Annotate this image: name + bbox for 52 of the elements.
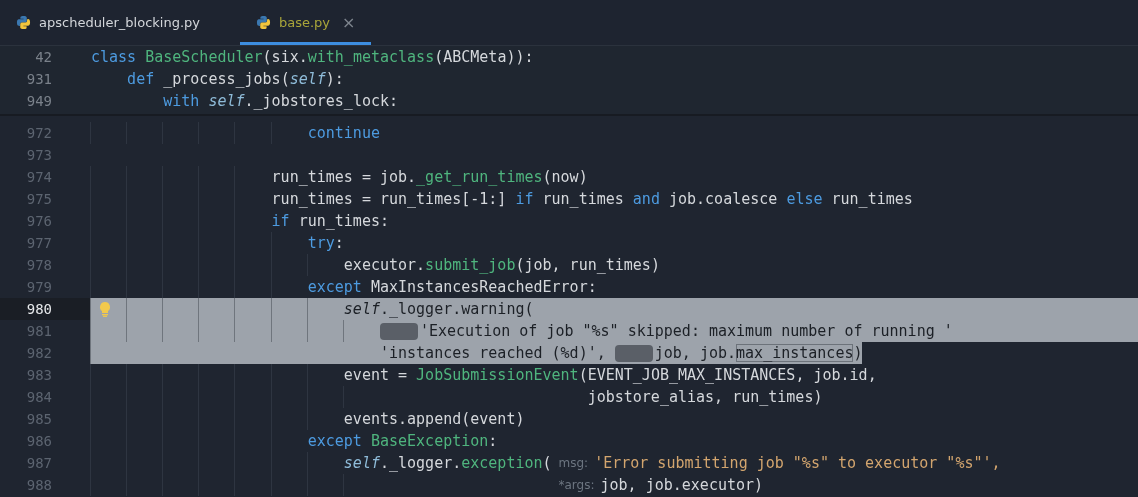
code-text: with self._jobstores_lock: <box>163 91 399 112</box>
line-number: 976 <box>25 212 53 231</box>
file-type-icon <box>256 15 271 30</box>
line-number: 974 <box>25 168 53 187</box>
line-number: 981 <box>25 322 53 341</box>
code-text: except BaseException: <box>307 431 498 452</box>
line-number: 978 <box>25 256 53 275</box>
code-text: job, job.executor) <box>600 475 764 496</box>
line-number: 972 <box>25 124 53 143</box>
code-text: if run_times: <box>271 211 389 232</box>
code-text: executor.submit_job(job, run_times) <box>343 255 660 276</box>
editor-tab[interactable]: apscheduler_blocking.py <box>0 0 216 45</box>
redacted-hint-block <box>614 344 653 362</box>
lightbulb-icon[interactable] <box>98 301 112 317</box>
code-text: events.append(event) <box>343 409 525 430</box>
code-text: class BaseScheduler(six.with_metaclass(ABCMeta)): <box>91 47 534 68</box>
line-number: 42 <box>34 48 53 67</box>
redacted-hint-block <box>379 322 418 340</box>
code-text: 'instances reached (%d)', <box>379 343 607 364</box>
line-number: 986 <box>25 432 53 451</box>
line-number: 985 <box>25 410 53 429</box>
code-text: jobstore_alias, run_times) <box>587 387 823 408</box>
line-number: 977 <box>25 234 53 253</box>
code-text: except MaxInstancesReachedError: <box>307 277 597 298</box>
code-text: job, job.max_instances) <box>654 343 863 364</box>
line-number: 987 <box>25 454 53 473</box>
close-button[interactable]: × <box>342 13 356 32</box>
line-number: 980 <box>0 298 90 320</box>
tab-label: apscheduler_blocking.py <box>39 15 200 30</box>
line-number: 949 <box>25 92 53 111</box>
inlay-hint: *args: <box>558 477 595 494</box>
line-number: 973 <box>25 146 53 165</box>
line-number: 979 <box>25 278 53 297</box>
line-number: 988 <box>25 476 53 495</box>
line-number: 931 <box>25 70 53 89</box>
code-text: def _process_jobs(self): <box>127 69 344 90</box>
code-text: event = JobSubmissionEvent(EVENT_JOB_MAX_INSTANCES, job.id, <box>343 365 877 386</box>
line-number: 983 <box>25 366 53 385</box>
code-text: try: <box>307 233 344 254</box>
code-text: 'Execution of job "%s" skipped: maximum number of running ' <box>419 321 953 342</box>
line-number: 975 <box>25 190 53 209</box>
file-type-icon <box>16 15 31 30</box>
inlay-hint: msg: <box>558 455 589 472</box>
code-text: run_times = job._get_run_times(now) <box>271 167 588 188</box>
code-text: run_times = run_times[-1:] if run_times and job.coalesce else run_times <box>271 189 913 210</box>
line-number: 984 <box>25 388 53 407</box>
line-number: 982 <box>25 344 53 363</box>
code-text: self._logger.warning( <box>343 299 534 320</box>
code-text: self._logger.exception( <box>343 453 552 474</box>
tab-label: base.py <box>279 15 331 30</box>
code-text: 'Error submitting job "%s" to executor "%s"', <box>594 453 1001 474</box>
code-text: continue <box>307 123 380 144</box>
